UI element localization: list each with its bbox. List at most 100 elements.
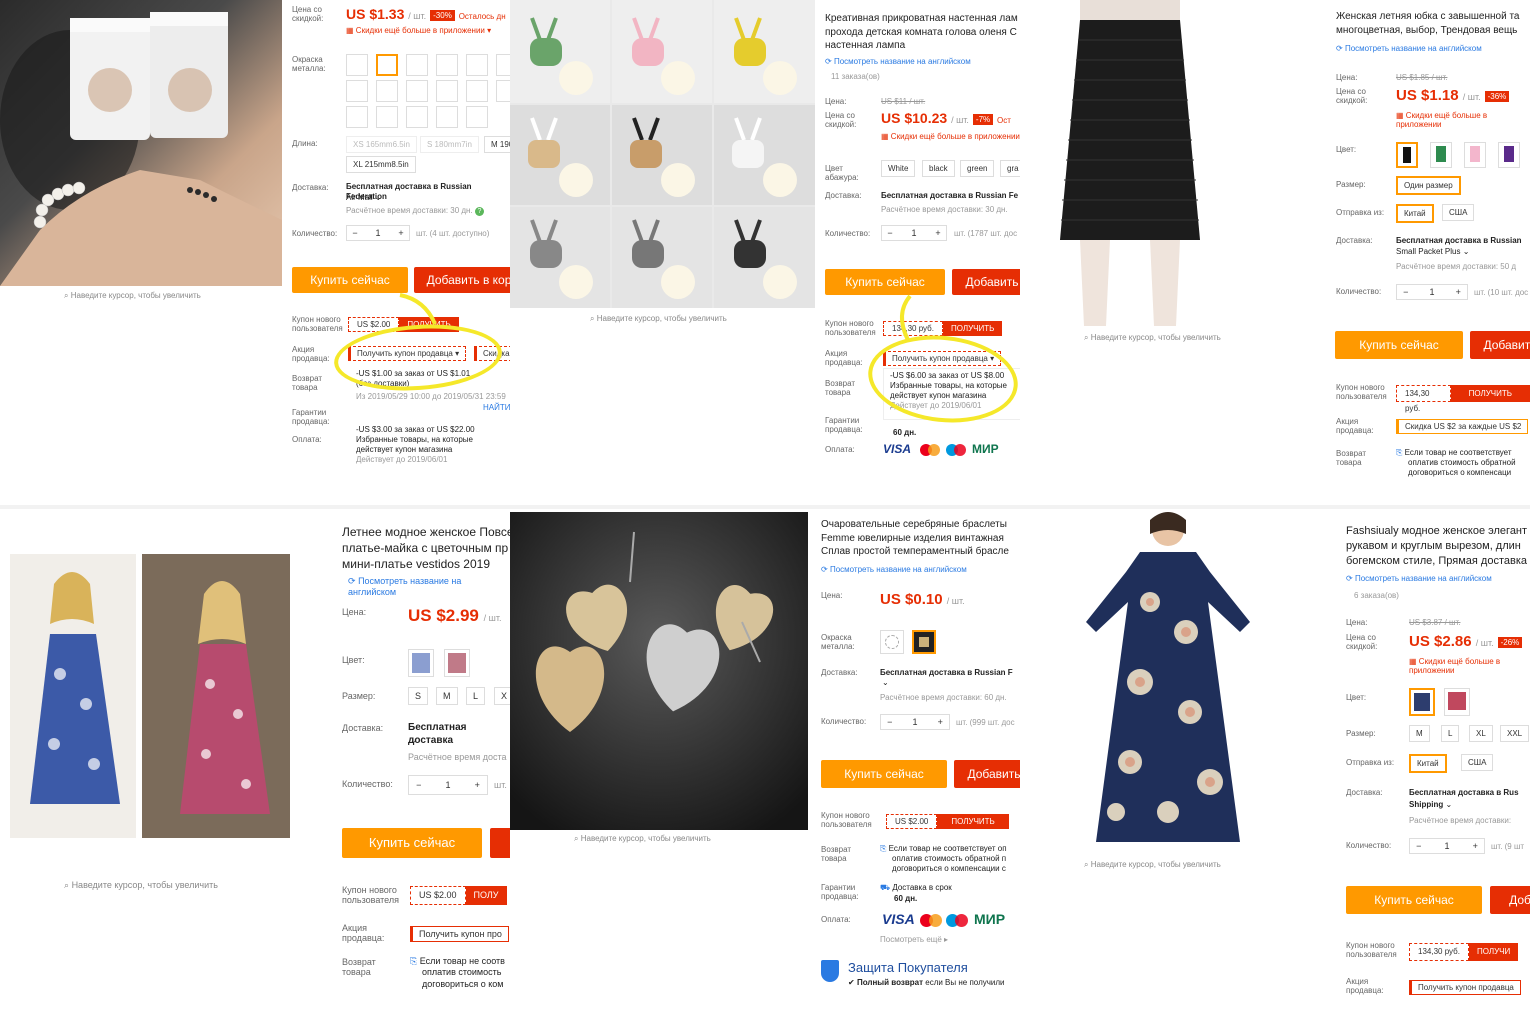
delivery-method[interactable]: Air Mail ⌄ xyxy=(346,193,382,203)
add-to-cart-button[interactable]: Добавить xyxy=(952,269,1020,295)
swatch-option[interactable] xyxy=(466,54,488,76)
color-swatch-green[interactable] xyxy=(1430,142,1452,168)
swatch-option[interactable] xyxy=(346,80,368,102)
size-option[interactable]: L xyxy=(1441,725,1460,742)
plus-button[interactable]: + xyxy=(1450,285,1468,299)
product-image[interactable] xyxy=(0,0,282,286)
quantity-stepper[interactable]: − 1 + xyxy=(408,775,488,795)
shade-option[interactable]: White xyxy=(881,160,916,177)
swatch-option[interactable] xyxy=(436,106,458,128)
plus-button[interactable]: + xyxy=(468,776,488,794)
ship-from-china[interactable]: Китай xyxy=(1396,204,1434,223)
color-swatch-pink[interactable] xyxy=(1464,142,1486,168)
swatch-option[interactable] xyxy=(466,106,488,128)
delivery-method[interactable]: Small Packet Plus ⌄ xyxy=(1396,247,1469,257)
color-swatch-black[interactable] xyxy=(1396,142,1418,168)
app-discount[interactable]: ▦ Скидки ещё больше в приложении ▾ xyxy=(346,26,491,35)
buy-now-button[interactable]: Купить сейчас xyxy=(342,828,482,858)
size-option[interactable]: M xyxy=(436,687,458,705)
add-to-cart-button[interactable]: Добавить xyxy=(954,760,1020,788)
quantity-stepper[interactable]: − 1 + xyxy=(346,225,410,241)
minus-button[interactable]: − xyxy=(882,226,898,240)
length-option[interactable]: XS 165mm6.5in xyxy=(346,136,417,153)
length-option[interactable]: M 190 xyxy=(484,136,510,153)
app-discount[interactable]: ▦ Скидки ещё больше в приложении xyxy=(1409,657,1530,675)
app-discount[interactable]: ▦ Скидки ещё больше в приложении xyxy=(881,132,1020,141)
color-swatch-red[interactable] xyxy=(444,649,470,677)
buy-now-button[interactable]: Купить сейчас xyxy=(1335,331,1463,359)
swatch-option[interactable] xyxy=(496,54,510,76)
product-image[interactable] xyxy=(1020,0,1320,330)
chevron-down-icon[interactable]: ⌄ xyxy=(882,678,889,688)
plus-button[interactable]: + xyxy=(932,715,949,729)
size-option[interactable]: L xyxy=(466,687,486,705)
ship-from-usa[interactable]: США xyxy=(1442,204,1475,221)
swatch-option[interactable] xyxy=(406,54,428,76)
buy-now-button[interactable]: Купить сейчас xyxy=(825,269,945,295)
add-to-cart-button[interactable] xyxy=(490,828,510,858)
color-swatch-blue[interactable] xyxy=(408,649,434,677)
ship-from-china[interactable]: Китай xyxy=(1409,754,1447,773)
product-image[interactable] xyxy=(10,554,290,838)
quantity-stepper[interactable]: − 1 + xyxy=(881,225,947,241)
swatch-silver[interactable] xyxy=(880,630,904,654)
quantity-value[interactable]: 1 xyxy=(1415,285,1450,299)
add-to-cart-button[interactable]: Доб xyxy=(1490,886,1530,914)
get-coupon-button[interactable]: ПОЛУ xyxy=(465,886,507,905)
seller-coupon-dropdown[interactable]: Получить купон про xyxy=(410,926,509,942)
swatch-option[interactable] xyxy=(436,54,458,76)
chevron-down-icon[interactable]: ⌄ xyxy=(410,736,417,746)
app-discount[interactable]: ▦ Скидки ещё больше в приложении xyxy=(1396,111,1530,129)
product-image[interactable] xyxy=(510,0,815,308)
minus-button[interactable]: − xyxy=(409,776,429,794)
find-link[interactable]: НАЙТИ xyxy=(483,403,510,412)
swatch-option[interactable] xyxy=(436,80,458,102)
minus-button[interactable]: − xyxy=(1397,285,1415,299)
get-coupon-button[interactable]: ПОЛУЧИТЬ xyxy=(937,814,1009,829)
quantity-stepper[interactable]: − 1 + xyxy=(1409,838,1485,854)
color-swatch-red-floral[interactable] xyxy=(1444,688,1470,716)
buy-now-button[interactable]: Купить сейчас xyxy=(292,267,408,293)
get-coupon-button[interactable]: ПОЛУЧИ xyxy=(1468,943,1519,961)
view-english-link[interactable]: ⟳ Посмотреть название на английском xyxy=(825,57,971,66)
buy-now-button[interactable]: Купить сейчас xyxy=(821,760,947,788)
shade-option[interactable]: green xyxy=(960,160,995,177)
view-english-link[interactable]: ⟳ Посмотреть название на английском xyxy=(348,576,510,597)
shade-option[interactable]: gra xyxy=(1000,160,1020,177)
minus-button[interactable]: − xyxy=(1410,839,1428,853)
shade-option[interactable]: black xyxy=(922,160,955,177)
seller-discount[interactable]: Скидка US $2 за каждые US $2 xyxy=(1396,419,1529,434)
view-english-link[interactable]: ⟳ Посмотреть название на английском xyxy=(821,565,967,574)
swatch-option[interactable] xyxy=(406,80,428,102)
plus-button[interactable]: + xyxy=(930,226,946,240)
swatch-option[interactable] xyxy=(346,106,368,128)
length-option[interactable]: XL 215mm8.5in xyxy=(346,156,416,173)
size-option[interactable]: S xyxy=(408,687,429,705)
quantity-stepper[interactable]: − 1 + xyxy=(880,714,950,730)
length-option[interactable]: S 180mm7in xyxy=(420,136,479,153)
size-option[interactable]: XXL xyxy=(1500,725,1530,742)
swatch-gold[interactable] xyxy=(912,630,936,654)
add-to-cart-button[interactable]: Добавить xyxy=(1470,331,1530,359)
swatch-option-selected[interactable] xyxy=(376,54,398,76)
quantity-value[interactable]: 1 xyxy=(898,226,930,240)
product-image[interactable] xyxy=(1040,512,1320,857)
seller-coupon-dropdown[interactable]: Получить купон продавца xyxy=(1409,980,1521,995)
ship-from-usa[interactable]: США xyxy=(1461,754,1494,771)
color-swatch-navy-floral[interactable] xyxy=(1409,688,1435,716)
view-english-link[interactable]: ⟳ Посмотреть название на английском xyxy=(1346,574,1492,583)
quantity-stepper[interactable]: − 1 + xyxy=(1396,284,1468,300)
quantity-value[interactable]: 1 xyxy=(429,776,468,794)
product-image[interactable] xyxy=(510,512,808,830)
size-option[interactable]: X xyxy=(494,687,510,705)
swatch-option[interactable] xyxy=(466,80,488,102)
get-coupon-button[interactable]: ПОЛУЧИТЬ xyxy=(1450,385,1530,402)
size-option[interactable]: XL xyxy=(1469,725,1493,742)
quantity-value[interactable]: 1 xyxy=(898,715,931,729)
swatch-option[interactable] xyxy=(496,80,510,102)
see-more-link[interactable]: Посмотреть ещё ▸ xyxy=(880,935,948,945)
swatch-option[interactable] xyxy=(376,106,398,128)
plus-button[interactable]: + xyxy=(393,226,409,240)
buy-now-button[interactable]: Купить сейчас xyxy=(1346,886,1482,914)
swatch-option[interactable] xyxy=(406,106,428,128)
